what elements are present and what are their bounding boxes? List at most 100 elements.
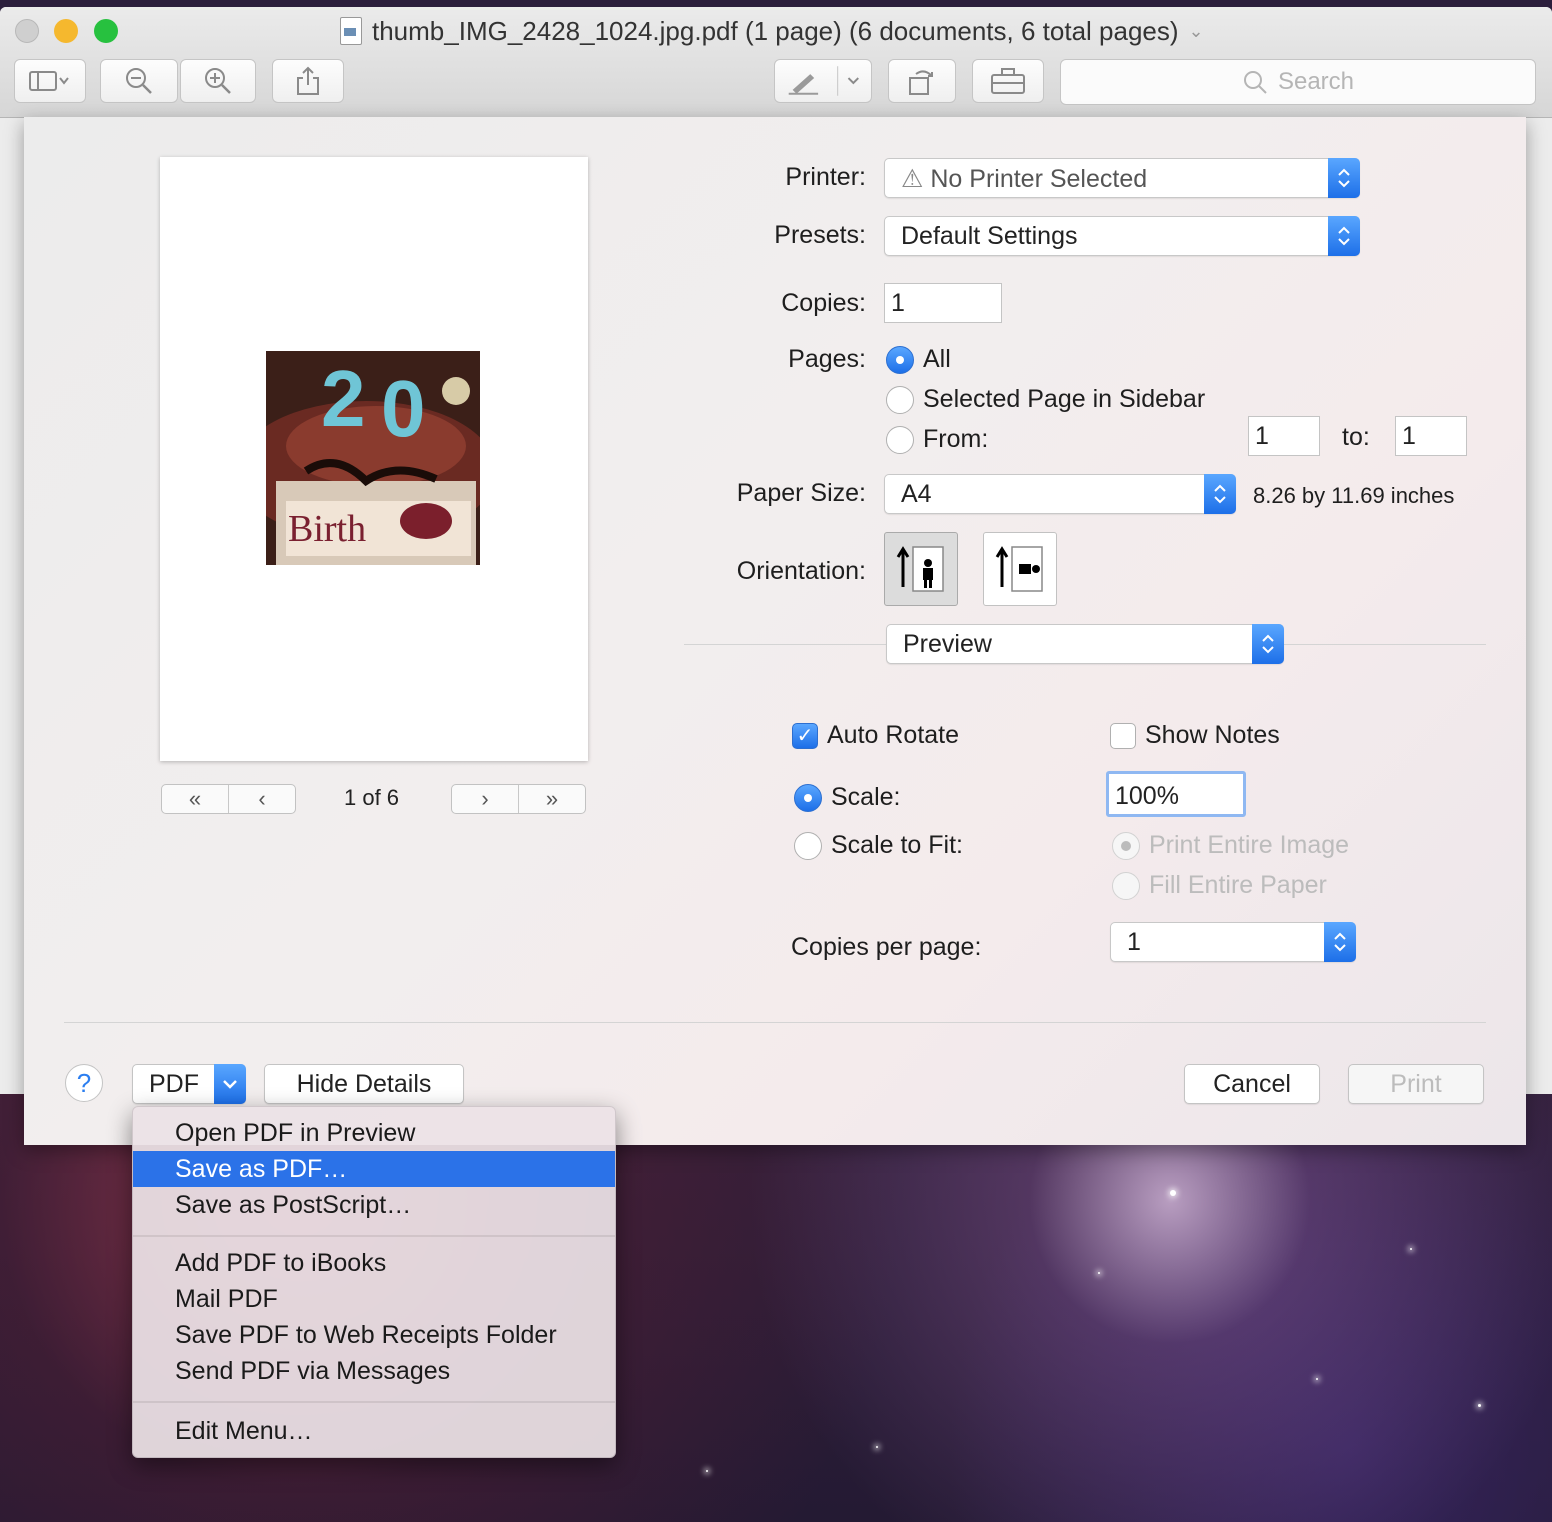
- cancel-button[interactable]: Cancel: [1184, 1064, 1320, 1104]
- copies-per-page-label: Copies per page:: [791, 933, 982, 961]
- print-entire-image-radio[interactable]: [1112, 832, 1140, 860]
- portrait-orientation-icon: [896, 546, 944, 592]
- menu-item-mail-pdf[interactable]: Mail PDF: [133, 1281, 615, 1317]
- presets-value: Default Settings: [901, 222, 1078, 250]
- pages-from-radio[interactable]: [886, 426, 914, 454]
- zoom-in-button[interactable]: [180, 59, 256, 103]
- sidebar-toggle-icon: [29, 71, 69, 91]
- printer-value: No Printer Selected: [930, 165, 1148, 193]
- pages-from-label: From:: [923, 425, 989, 453]
- popup-stepper-icon: [1204, 474, 1236, 514]
- rotate-icon: [909, 70, 933, 95]
- help-button[interactable]: ?: [65, 1064, 103, 1102]
- footer-divider: [64, 1022, 1486, 1023]
- cake-image: Birth 2 0: [266, 351, 480, 565]
- first-page-button[interactable]: «: [162, 785, 228, 813]
- copies-per-page-select[interactable]: 1: [1110, 922, 1356, 962]
- pages-selected-radio[interactable]: [886, 386, 914, 414]
- menu-item-save-as-pdf[interactable]: Save as PDF…: [133, 1151, 615, 1187]
- printer-select-value: ⚠ No Printer Selected: [901, 164, 1147, 194]
- hide-details-button[interactable]: Hide Details: [264, 1064, 464, 1104]
- print-preview-page: Birth 2 0: [160, 157, 588, 761]
- scale-radio[interactable]: [794, 784, 822, 812]
- zoom-out-button[interactable]: [100, 59, 178, 103]
- copies-label: Copies:: [781, 289, 866, 317]
- portrait-orientation-button[interactable]: [884, 532, 958, 606]
- menu-separator: [133, 1235, 615, 1237]
- show-notes-label: Show Notes: [1145, 721, 1280, 749]
- previous-page-button[interactable]: ‹: [228, 785, 295, 813]
- from-page-field[interactable]: 1: [1248, 416, 1320, 456]
- rotate-button[interactable]: [888, 59, 956, 103]
- next-page-button[interactable]: ›: [452, 785, 518, 813]
- menu-item-open-pdf-in-preview[interactable]: Open PDF in Preview: [133, 1115, 615, 1151]
- nebula-star: [876, 1446, 878, 1448]
- section-value: Preview: [903, 630, 992, 658]
- to-label: to:: [1342, 423, 1370, 451]
- pdf-menu-button[interactable]: PDF: [132, 1064, 246, 1104]
- pdf-dropdown-menu: Open PDF in Preview Save as PDF… Save as…: [132, 1106, 616, 1458]
- pages-all-label: All: [923, 345, 951, 373]
- paper-size-dimensions: 8.26 by 11.69 inches: [1253, 483, 1455, 508]
- preview-nav-back-group: « ‹: [161, 784, 296, 814]
- paper-size-label: Paper Size:: [736, 479, 866, 507]
- zoom-out-icon: [126, 68, 152, 94]
- paper-size-value: A4: [901, 480, 932, 508]
- scale-field[interactable]: 100%: [1106, 771, 1246, 817]
- to-page-field[interactable]: 1: [1395, 416, 1467, 456]
- toolbox-icon: [991, 68, 1025, 94]
- show-notes-checkbox[interactable]: [1110, 723, 1136, 749]
- markup-button[interactable]: [774, 59, 872, 103]
- landscape-orientation-button[interactable]: [983, 532, 1057, 606]
- scale-to-fit-radio[interactable]: [794, 832, 822, 860]
- toolbox-button[interactable]: [972, 59, 1044, 103]
- printer-label: Printer:: [785, 163, 866, 191]
- pages-selected-label: Selected Page in Sidebar: [923, 385, 1206, 413]
- svg-text:0: 0: [381, 364, 426, 453]
- menu-item-save-pdf-to-web-receipts[interactable]: Save PDF to Web Receipts Folder: [133, 1317, 615, 1353]
- zoom-button[interactable]: [94, 19, 118, 43]
- popup-stepper-icon: [1252, 624, 1284, 664]
- zoom-in-icon: [205, 68, 231, 94]
- pages-label: Pages:: [788, 345, 866, 373]
- nebula-star: [1170, 1190, 1176, 1196]
- auto-rotate-label: Auto Rotate: [827, 721, 960, 749]
- close-button[interactable]: [15, 19, 39, 43]
- fill-entire-paper-radio[interactable]: [1112, 872, 1140, 900]
- warning-icon: ⚠: [901, 165, 924, 193]
- paper-size-select[interactable]: A4: [884, 474, 1236, 514]
- chevron-down-icon: ⌄: [1188, 20, 1204, 41]
- share-button[interactable]: [272, 59, 344, 103]
- last-page-button[interactable]: »: [518, 785, 585, 813]
- markup-pen-icon: [788, 66, 859, 96]
- sidebar-toggle-button[interactable]: [14, 59, 86, 103]
- print-button[interactable]: Print: [1348, 1064, 1484, 1104]
- window-title-text: thumb_IMG_2428_1024.jpg.pdf (1 page) (6 …: [372, 15, 1179, 46]
- nebula-star: [1098, 1272, 1100, 1274]
- nebula-star: [706, 1470, 708, 1472]
- menu-item-edit-menu[interactable]: Edit Menu…: [133, 1413, 615, 1449]
- menu-item-save-as-postscript[interactable]: Save as PostScript…: [133, 1187, 615, 1223]
- menu-item-send-pdf-via-messages[interactable]: Send PDF via Messages: [133, 1353, 615, 1389]
- nebula-star: [1478, 1404, 1481, 1407]
- printer-select[interactable]: ⚠ No Printer Selected: [884, 158, 1360, 198]
- scale-label: Scale:: [831, 783, 901, 811]
- menu-separator: [133, 1401, 615, 1403]
- menu-item-add-pdf-to-ibooks[interactable]: Add PDF to iBooks: [133, 1245, 615, 1281]
- search-field[interactable]: Search: [1060, 59, 1536, 105]
- birthday-cake-photo: Birth 2 0: [266, 351, 480, 565]
- section-select[interactable]: Preview: [886, 624, 1284, 664]
- landscape-orientation-icon: [995, 546, 1043, 592]
- pages-all-radio[interactable]: [886, 346, 914, 374]
- auto-rotate-checkbox[interactable]: ✓: [792, 723, 818, 749]
- help-icon: ?: [76, 1067, 92, 1098]
- presets-select[interactable]: Default Settings: [884, 216, 1360, 256]
- svg-text:Birth: Birth: [288, 508, 366, 550]
- popup-stepper-icon: [1328, 216, 1360, 256]
- nebula-star: [1316, 1378, 1318, 1380]
- window-title[interactable]: thumb_IMG_2428_1024.jpg.pdf (1 page) (6 …: [340, 13, 1204, 49]
- copies-field[interactable]: 1: [884, 283, 1002, 323]
- pdf-button-label: PDF: [149, 1069, 199, 1098]
- minimize-button[interactable]: [54, 19, 78, 43]
- share-icon: [297, 66, 319, 95]
